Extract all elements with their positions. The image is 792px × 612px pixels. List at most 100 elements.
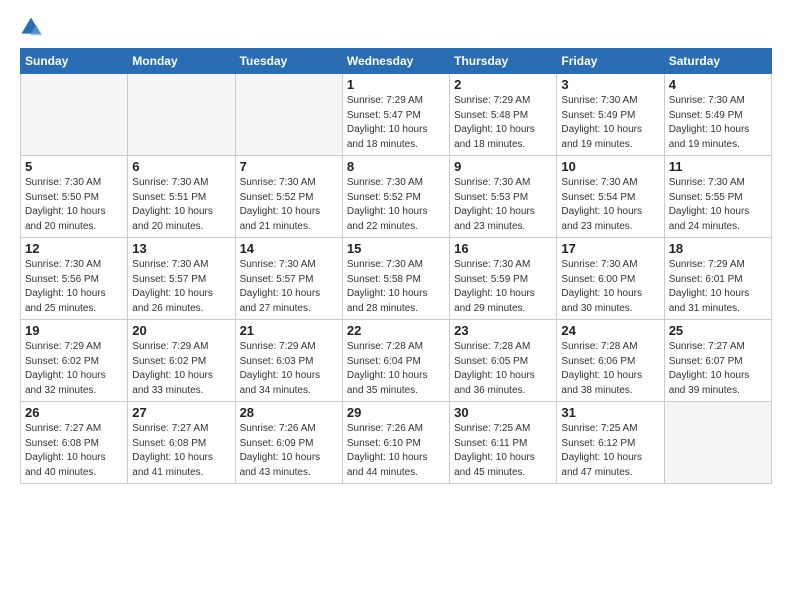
calendar-cell: 2 Sunrise: 7:29 AM Sunset: 5:48 PM Daylig… (450, 74, 557, 156)
weekday-header-row: SundayMondayTuesdayWednesdayThursdayFrid… (21, 49, 772, 74)
day-number: 10 (561, 159, 659, 174)
weekday-header-tuesday: Tuesday (235, 49, 342, 74)
day-info: Sunrise: 7:30 AM Sunset: 5:55 PM Dayligh… (669, 176, 767, 234)
day-number: 4 (669, 77, 767, 92)
calendar-cell (664, 402, 771, 484)
day-info: Sunrise: 7:29 AM Sunset: 6:02 PM Dayligh… (25, 340, 123, 398)
day-number: 28 (240, 405, 338, 420)
calendar-cell: 13Sunrise: 7:30 AM Sunset: 5:57 PM Dayli… (128, 238, 235, 320)
day-info: Sunrise: 7:30 AM Sunset: 5:53 PM Dayligh… (454, 176, 552, 234)
day-info: Sunrise: 7:30 AM Sunset: 5:57 PM Dayligh… (240, 258, 338, 316)
logo (20, 16, 46, 38)
calendar-cell: 1 Sunrise: 7:29 AM Sunset: 5:47 PM Daylig… (342, 74, 449, 156)
day-info: Sunrise: 7:30 AM Sunset: 5:58 PM Dayligh… (347, 258, 445, 316)
calendar-cell: 12 Sunrise: 7:30 AM Sunset: 5:56 PM Dayli… (21, 238, 128, 320)
calendar-cell: 29Sunrise: 7:26 AM Sunset: 6:10 PM Dayli… (342, 402, 449, 484)
day-info: Sunrise: 7:30 AM Sunset: 5:49 PM Dayligh… (561, 94, 659, 152)
day-number: 20 (132, 323, 230, 338)
calendar-cell: 17 Sunrise: 7:30 AM Sunset: 6:00 PM Dayli… (557, 238, 664, 320)
day-info: Sunrise: 7:30 AM Sunset: 5:54 PM Dayligh… (561, 176, 659, 234)
day-info: Sunrise: 7:30 AM Sunset: 5:56 PM Dayligh… (25, 258, 123, 316)
calendar-week-row-4: 19 Sunrise: 7:29 AM Sunset: 6:02 PM Dayli… (21, 320, 772, 402)
calendar-cell: 30 Sunrise: 7:25 AM Sunset: 6:11 PM Dayli… (450, 402, 557, 484)
day-number: 25 (669, 323, 767, 338)
calendar-cell (235, 74, 342, 156)
day-number: 18 (669, 241, 767, 256)
day-info: Sunrise: 7:29 AM Sunset: 6:03 PM Dayligh… (240, 340, 338, 398)
calendar-cell: 6 Sunrise: 7:30 AM Sunset: 5:51 PM Daylig… (128, 156, 235, 238)
day-info: Sunrise: 7:30 AM Sunset: 5:51 PM Dayligh… (132, 176, 230, 234)
day-number: 7 (240, 159, 338, 174)
calendar-cell (128, 74, 235, 156)
calendar-cell: 15 Sunrise: 7:30 AM Sunset: 5:58 PM Dayli… (342, 238, 449, 320)
day-number: 30 (454, 405, 552, 420)
calendar-cell: 3 Sunrise: 7:30 AM Sunset: 5:49 PM Daylig… (557, 74, 664, 156)
day-number: 31 (561, 405, 659, 420)
day-info: Sunrise: 7:30 AM Sunset: 5:52 PM Dayligh… (240, 176, 338, 234)
calendar-cell: 31 Sunrise: 7:25 AM Sunset: 6:12 PM Dayli… (557, 402, 664, 484)
logo-icon (20, 16, 42, 38)
day-number: 21 (240, 323, 338, 338)
day-number: 12 (25, 241, 123, 256)
day-number: 8 (347, 159, 445, 174)
day-number: 2 (454, 77, 552, 92)
calendar-cell: 11 Sunrise: 7:30 AM Sunset: 5:55 PM Dayli… (664, 156, 771, 238)
calendar-week-row-1: 1 Sunrise: 7:29 AM Sunset: 5:47 PM Daylig… (21, 74, 772, 156)
day-info: Sunrise: 7:29 AM Sunset: 5:48 PM Dayligh… (454, 94, 552, 152)
day-info: Sunrise: 7:25 AM Sunset: 6:11 PM Dayligh… (454, 422, 552, 480)
weekday-header-saturday: Saturday (664, 49, 771, 74)
day-info: Sunrise: 7:25 AM Sunset: 6:12 PM Dayligh… (561, 422, 659, 480)
day-number: 11 (669, 159, 767, 174)
day-number: 19 (25, 323, 123, 338)
day-info: Sunrise: 7:28 AM Sunset: 6:04 PM Dayligh… (347, 340, 445, 398)
calendar-cell: 20 Sunrise: 7:29 AM Sunset: 6:02 PM Dayli… (128, 320, 235, 402)
day-number: 26 (25, 405, 123, 420)
day-info: Sunrise: 7:30 AM Sunset: 5:57 PM Dayligh… (132, 258, 230, 316)
calendar-cell: 28 Sunrise: 7:26 AM Sunset: 6:09 PM Dayli… (235, 402, 342, 484)
day-number: 29 (347, 405, 445, 420)
calendar-cell: 9Sunrise: 7:30 AM Sunset: 5:53 PM Daylig… (450, 156, 557, 238)
day-info: Sunrise: 7:27 AM Sunset: 6:08 PM Dayligh… (25, 422, 123, 480)
day-number: 3 (561, 77, 659, 92)
day-number: 16 (454, 241, 552, 256)
day-info: Sunrise: 7:29 AM Sunset: 5:47 PM Dayligh… (347, 94, 445, 152)
day-info: Sunrise: 7:29 AM Sunset: 6:02 PM Dayligh… (132, 340, 230, 398)
day-info: Sunrise: 7:30 AM Sunset: 5:49 PM Dayligh… (669, 94, 767, 152)
day-number: 15 (347, 241, 445, 256)
calendar-cell: 25Sunrise: 7:27 AM Sunset: 6:07 PM Dayli… (664, 320, 771, 402)
calendar-cell: 26 Sunrise: 7:27 AM Sunset: 6:08 PM Dayli… (21, 402, 128, 484)
calendar-week-row-5: 26 Sunrise: 7:27 AM Sunset: 6:08 PM Dayli… (21, 402, 772, 484)
calendar-cell: 14Sunrise: 7:30 AM Sunset: 5:57 PM Dayli… (235, 238, 342, 320)
calendar-cell: 8 Sunrise: 7:30 AM Sunset: 5:52 PM Daylig… (342, 156, 449, 238)
calendar-table: SundayMondayTuesdayWednesdayThursdayFrid… (20, 48, 772, 484)
day-info: Sunrise: 7:30 AM Sunset: 5:59 PM Dayligh… (454, 258, 552, 316)
calendar-cell: 16 Sunrise: 7:30 AM Sunset: 5:59 PM Dayli… (450, 238, 557, 320)
day-number: 6 (132, 159, 230, 174)
calendar-cell: 21 Sunrise: 7:29 AM Sunset: 6:03 PM Dayli… (235, 320, 342, 402)
day-number: 27 (132, 405, 230, 420)
day-info: Sunrise: 7:29 AM Sunset: 6:01 PM Dayligh… (669, 258, 767, 316)
day-info: Sunrise: 7:28 AM Sunset: 6:06 PM Dayligh… (561, 340, 659, 398)
day-number: 23 (454, 323, 552, 338)
day-number: 22 (347, 323, 445, 338)
calendar-cell: 18 Sunrise: 7:29 AM Sunset: 6:01 PM Dayli… (664, 238, 771, 320)
calendar-cell: 7 Sunrise: 7:30 AM Sunset: 5:52 PM Daylig… (235, 156, 342, 238)
calendar-cell: 22 Sunrise: 7:28 AM Sunset: 6:04 PM Dayli… (342, 320, 449, 402)
day-number: 17 (561, 241, 659, 256)
weekday-header-wednesday: Wednesday (342, 49, 449, 74)
day-number: 24 (561, 323, 659, 338)
day-number: 1 (347, 77, 445, 92)
header (20, 16, 772, 38)
calendar-cell: 4 Sunrise: 7:30 AM Sunset: 5:49 PM Daylig… (664, 74, 771, 156)
day-info: Sunrise: 7:26 AM Sunset: 6:09 PM Dayligh… (240, 422, 338, 480)
weekday-header-thursday: Thursday (450, 49, 557, 74)
calendar-week-row-2: 5 Sunrise: 7:30 AM Sunset: 5:50 PM Daylig… (21, 156, 772, 238)
calendar-week-row-3: 12 Sunrise: 7:30 AM Sunset: 5:56 PM Dayli… (21, 238, 772, 320)
calendar-cell: 24 Sunrise: 7:28 AM Sunset: 6:06 PM Dayli… (557, 320, 664, 402)
weekday-header-sunday: Sunday (21, 49, 128, 74)
day-info: Sunrise: 7:30 AM Sunset: 5:52 PM Dayligh… (347, 176, 445, 234)
day-info: Sunrise: 7:27 AM Sunset: 6:08 PM Dayligh… (132, 422, 230, 480)
day-info: Sunrise: 7:30 AM Sunset: 6:00 PM Dayligh… (561, 258, 659, 316)
day-info: Sunrise: 7:30 AM Sunset: 5:50 PM Dayligh… (25, 176, 123, 234)
day-number: 5 (25, 159, 123, 174)
